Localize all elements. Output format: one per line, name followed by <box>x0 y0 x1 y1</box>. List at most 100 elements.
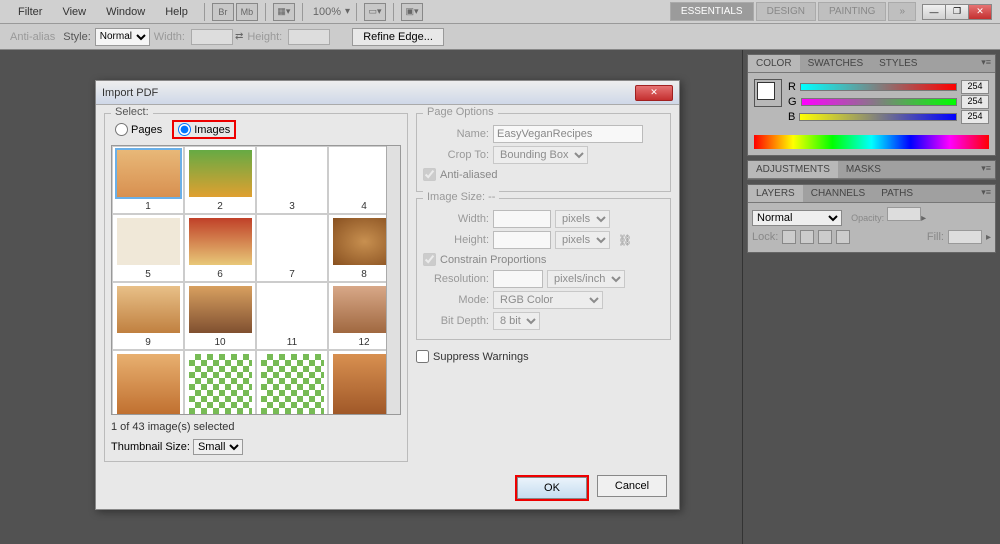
ok-button[interactable]: OK <box>517 477 587 499</box>
dialog-close-button[interactable]: ✕ <box>635 85 673 101</box>
thumb-1[interactable]: 1 <box>112 146 184 214</box>
thumb-11[interactable]: 11 <box>256 282 328 350</box>
cropto-select: Bounding Box <box>493 146 588 164</box>
cancel-button[interactable]: Cancel <box>597 475 667 497</box>
style-label: Style: <box>63 31 91 43</box>
lock-pixels-icon[interactable] <box>800 230 814 244</box>
name-field <box>493 125 643 143</box>
thumb-13[interactable] <box>112 350 184 415</box>
workspace-design[interactable]: DESIGN <box>756 2 816 21</box>
b-value[interactable]: 254 <box>961 110 989 124</box>
panel-menu-icon[interactable]: ▾≡ <box>977 55 995 72</box>
tab-swatches[interactable]: SWATCHES <box>800 55 872 72</box>
height-label: Height: <box>247 31 282 43</box>
thumb-10[interactable]: 10 <box>184 282 256 350</box>
g-value[interactable]: 254 <box>961 95 989 109</box>
color-swatch[interactable] <box>754 79 782 107</box>
mode-select: RGB Color <box>493 291 603 309</box>
thumbnail-grid: 1 2 3 4 5 6 7 8 9 10 11 12 <box>111 145 401 415</box>
thumb-6[interactable]: 6 <box>184 214 256 282</box>
panel-menu-icon[interactable]: ▾≡ <box>977 185 995 202</box>
width-input <box>493 210 551 228</box>
lock-all-icon[interactable] <box>836 230 850 244</box>
bitdepth-select: 8 bit <box>493 312 540 330</box>
fill-field[interactable] <box>948 230 982 244</box>
panel-menu-icon[interactable]: ▾≡ <box>977 161 995 178</box>
tab-paths[interactable]: PATHS <box>873 185 921 202</box>
suppress-check[interactable] <box>416 350 429 363</box>
menu-view[interactable]: View <box>52 6 96 18</box>
right-panel-dock: COLOR SWATCHES STYLES ▾≡ R254 G254 B254 … <box>742 50 1000 544</box>
import-pdf-dialog: Import PDF ✕ Select: Pages Images 1 2 3 … <box>95 80 680 510</box>
ok-highlight: OK <box>515 475 589 501</box>
tab-layers[interactable]: LAYERS <box>748 185 803 202</box>
opacity-field[interactable] <box>887 207 921 221</box>
minibridge-button[interactable]: Mb <box>236 3 258 21</box>
r-value[interactable]: 254 <box>961 80 989 94</box>
tab-color[interactable]: COLOR <box>748 55 800 72</box>
options-bar: Anti-alias Style: Normal Width: ⇄ Height… <box>0 24 1000 50</box>
main-menu-bar: Filter View Window Help Br Mb ▦▾ 100%▾ ▭… <box>0 0 1000 24</box>
screen-mode-icon[interactable]: ▭▾ <box>364 3 386 21</box>
select-label: Select: <box>111 106 153 118</box>
page-options-group: Page Options Name: Crop To:Bounding Box … <box>416 113 671 192</box>
link-icon: ⛓ <box>618 234 632 247</box>
tab-masks[interactable]: MASKS <box>838 161 889 178</box>
arrange-icon[interactable]: ▦▾ <box>273 3 295 21</box>
menu-filter[interactable]: Filter <box>8 6 52 18</box>
style-select[interactable]: Normal <box>95 28 150 46</box>
pages-radio[interactable]: Pages <box>111 122 166 137</box>
thumbsize-select[interactable]: Small <box>193 439 243 455</box>
select-group: Select: Pages Images 1 2 3 4 5 6 7 8 9 1… <box>104 113 408 462</box>
thumbs-scrollbar[interactable] <box>386 146 400 414</box>
constrain-check <box>423 253 436 266</box>
thumb-14[interactable] <box>184 350 256 415</box>
thumb-2[interactable]: 2 <box>184 146 256 214</box>
dialog-titlebar[interactable]: Import PDF ✕ <box>96 81 679 105</box>
color-panel: COLOR SWATCHES STYLES ▾≡ R254 G254 B254 <box>747 54 996 156</box>
height-field[interactable] <box>288 29 330 45</box>
swap-icon[interactable]: ⇄ <box>235 31 243 42</box>
image-size-group: Image Size: -- Width:pixels Height:pixel… <box>416 198 671 340</box>
zoom-level[interactable]: 100% <box>313 6 341 18</box>
thumb-3[interactable]: 3 <box>256 146 328 214</box>
extras-icon[interactable]: ▣▾ <box>401 3 423 21</box>
thumbsize-label: Thumbnail Size: <box>111 441 190 453</box>
blend-mode-select[interactable]: Normal <box>752 210 842 226</box>
r-slider[interactable] <box>800 83 957 91</box>
layers-panel: LAYERS CHANNELS PATHS ▾≡ Normal Opacity:… <box>747 184 996 253</box>
resolution-input <box>493 270 543 288</box>
g-slider[interactable] <box>801 98 957 106</box>
close-button[interactable]: ✕ <box>968 4 992 20</box>
menu-help[interactable]: Help <box>155 6 198 18</box>
bridge-button[interactable]: Br <box>212 3 234 21</box>
thumb-15[interactable] <box>256 350 328 415</box>
width-field[interactable] <box>191 29 233 45</box>
tab-styles[interactable]: STYLES <box>871 55 925 72</box>
thumb-7[interactable]: 7 <box>256 214 328 282</box>
opacity-label: Opacity: <box>851 213 884 223</box>
resolution-unit: pixels/inch <box>547 270 625 288</box>
workspace-more[interactable]: » <box>888 2 916 21</box>
images-radio[interactable]: Images <box>172 120 236 139</box>
tab-adjustments[interactable]: ADJUSTMENTS <box>748 161 838 178</box>
workspace-essentials[interactable]: ESSENTIALS <box>670 2 754 21</box>
spectrum-bar[interactable] <box>754 135 989 149</box>
refine-edge-button[interactable]: Refine Edge... <box>352 28 444 46</box>
width-unit: pixels <box>555 210 610 228</box>
thumb-5[interactable]: 5 <box>112 214 184 282</box>
lock-position-icon[interactable] <box>818 230 832 244</box>
thumb-9[interactable]: 9 <box>112 282 184 350</box>
workspace-painting[interactable]: PAINTING <box>818 2 886 21</box>
height-input <box>493 231 551 249</box>
height-unit: pixels <box>555 231 610 249</box>
tab-channels[interactable]: CHANNELS <box>803 185 873 202</box>
b-slider[interactable] <box>799 113 957 121</box>
minimize-button[interactable]: — <box>922 4 946 20</box>
antialiased-check <box>423 168 436 181</box>
antialias-label: Anti-alias <box>10 31 55 43</box>
selection-status: 1 of 43 image(s) selected <box>111 421 401 433</box>
lock-transparent-icon[interactable] <box>782 230 796 244</box>
maximize-button[interactable]: ❐ <box>945 4 969 20</box>
menu-window[interactable]: Window <box>96 6 155 18</box>
